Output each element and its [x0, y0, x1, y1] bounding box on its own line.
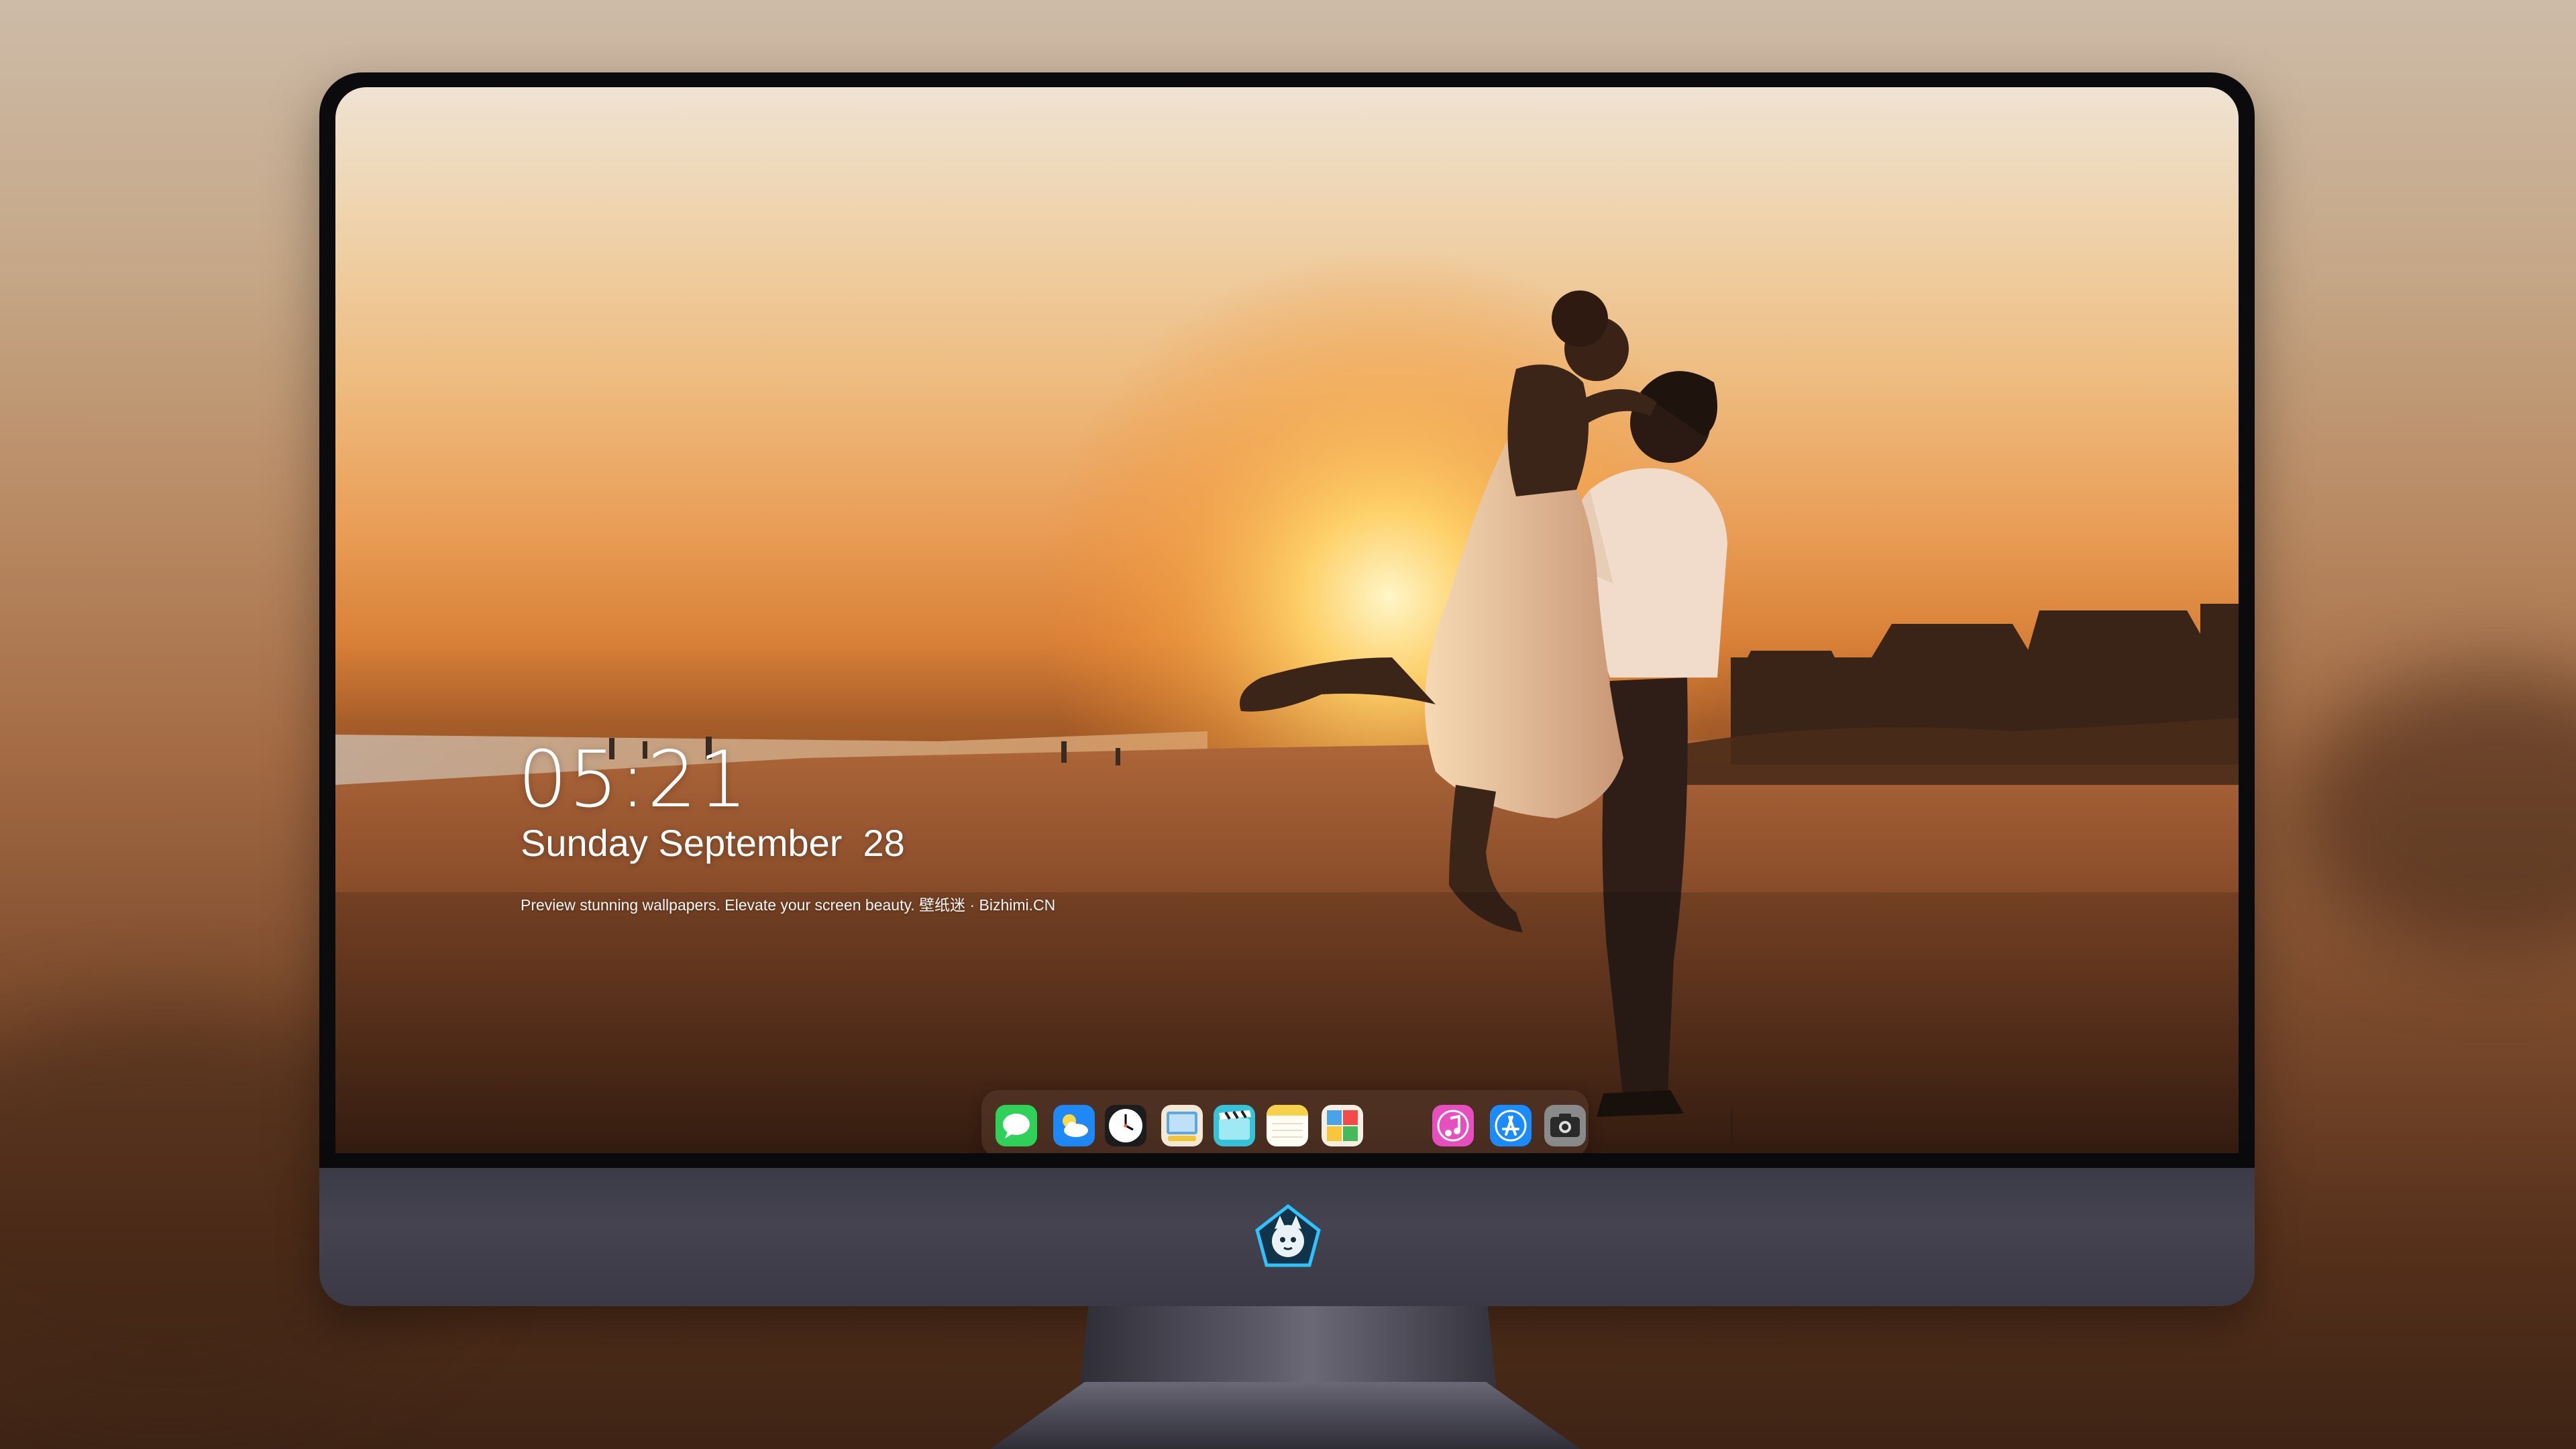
photo-booth-icon[interactable]: [1322, 1105, 1363, 1146]
monitor-stand-base: [990, 1382, 1580, 1449]
preview-icon[interactable]: [1161, 1105, 1203, 1146]
messages-icon[interactable]: [996, 1105, 1037, 1146]
wallpaper-scene: [335, 248, 2239, 1153]
itunes-icon[interactable]: [1432, 1105, 1474, 1146]
dock-separator: [1731, 1109, 1733, 1142]
app-store-icon[interactable]: [1490, 1105, 1532, 1146]
clock-icon[interactable]: [1105, 1105, 1146, 1146]
lockscreen-date: Sunday September 28: [521, 822, 905, 864]
lockscreen-tagline: Preview stunning wallpapers. Elevate you…: [521, 896, 1056, 914]
wallpaper-screen: 05:21 Sunday September 28 Preview stunni…: [335, 87, 2239, 1153]
notes-icon[interactable]: [1267, 1105, 1308, 1146]
screenshot-icon[interactable]: [1544, 1105, 1586, 1146]
background-blur-right-dark: [2294, 671, 2576, 953]
lockscreen-time: 05:21: [518, 735, 749, 825]
desktop-background: 05:21 Sunday September 28 Preview stunni…: [0, 0, 2576, 1449]
monitor-stand-neck: [1080, 1306, 1496, 1387]
clips-icon[interactable]: [1214, 1105, 1255, 1146]
monitor-frame: 05:21 Sunday September 28 Preview stunni…: [319, 72, 2255, 1168]
bizhimi-logo: [1253, 1203, 1323, 1273]
weather-icon[interactable]: [1053, 1105, 1095, 1146]
